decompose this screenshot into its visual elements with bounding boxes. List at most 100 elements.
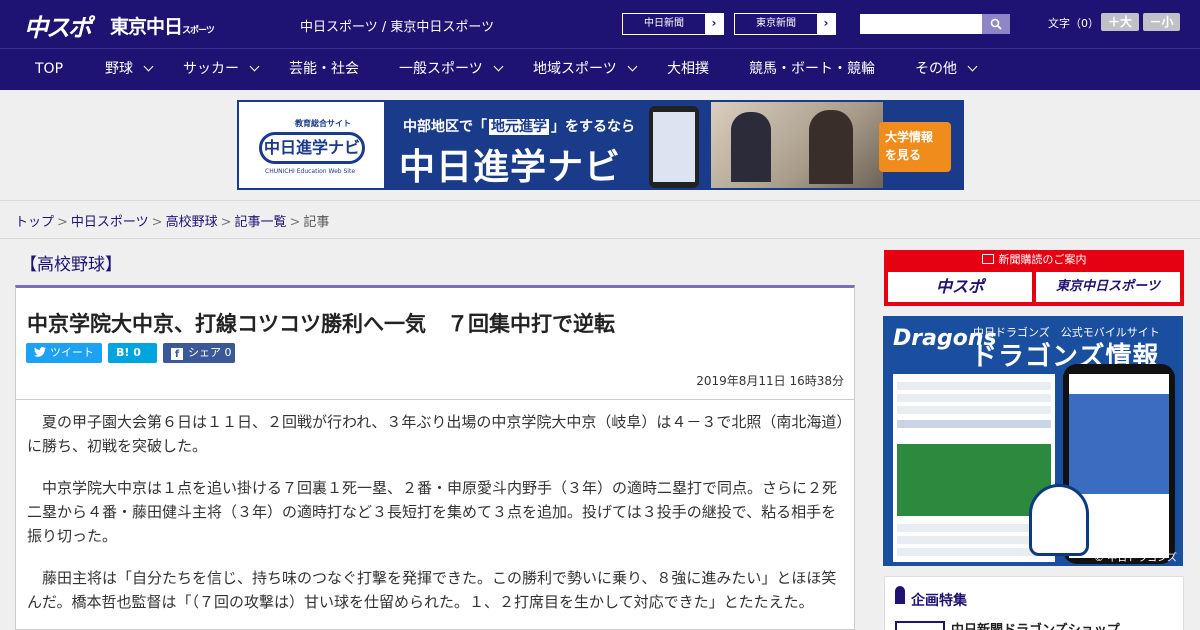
breadcrumb-top[interactable]: トップ	[15, 215, 54, 230]
top-header: 中スポ 東京中日スポーツ 中日スポーツ / 東京中日スポーツ 中日新聞 › 東京…	[0, 0, 1200, 48]
banner-area: 教育総合サイト 中日進学ナビ CHUNICHI Education Web Si…	[0, 90, 1200, 200]
stat-row	[897, 536, 1051, 544]
banner-eng-text: CHUNICHI Education Web Site	[265, 168, 356, 175]
tokyo-chunichi-sports-logo[interactable]: 東京中日スポーツ	[110, 12, 215, 39]
font-smaller-button[interactable]: －小	[1143, 13, 1180, 31]
dragons-shop-thumbnail[interactable]	[895, 621, 945, 630]
paragraph: 藤田主将は「自分たちを信じ、持ち味のつなぐ打撃を発揮できた。この勝利で勢いに乗り…	[27, 569, 837, 611]
article-header: 中京学院大中京、打線コツコツ勝利へ一気 ７回集中打で逆転 ツイート B! 0 f…	[16, 288, 854, 400]
stat-row	[897, 548, 1051, 556]
dragons-copyright: © 中日ドラゴンズ	[1094, 553, 1177, 564]
chevron-down-icon	[493, 61, 504, 72]
hatena-label: B! 0	[116, 346, 141, 359]
shingaku-navi-banner[interactable]: 教育総合サイト 中日進学ナビ CHUNICHI Education Web Si…	[237, 100, 964, 190]
nav-item-other[interactable]: その他	[915, 49, 978, 91]
breadcrumb-separator: >	[57, 215, 68, 230]
font-bigger-button[interactable]: ＋大	[1101, 13, 1139, 31]
subscription-banner[interactable]: 新聞購読のご案内 中スポ 東京中日スポーツ	[884, 250, 1184, 306]
nav-label: 地域スポーツ	[533, 61, 617, 77]
student-figure	[809, 110, 853, 184]
breadcrumb-high-school-baseball[interactable]: 高校野球	[166, 215, 218, 230]
chevron-down-icon	[627, 61, 638, 72]
university-info-button[interactable]: 大学情報 を見る	[879, 122, 951, 172]
tag-post: 」をするなら	[551, 119, 635, 135]
twitter-icon	[34, 347, 46, 357]
font-size-label: 文字（0）	[1048, 17, 1099, 30]
subscription-header-text: 新聞購読のご案内	[998, 253, 1087, 266]
facebook-share-button[interactable]: f シェア 0	[163, 343, 235, 363]
breadcrumb-separator: >	[289, 215, 301, 230]
dragons-shop-link[interactable]: 中日新聞ドラゴンズショップ	[951, 619, 1120, 630]
banner-tagline: 中部地区で「 地元進学 」をするなら	[401, 116, 637, 136]
tag-pre: 中部地区で「	[403, 119, 487, 135]
search-button[interactable]	[982, 14, 1010, 34]
score-row	[897, 406, 1051, 414]
dragons-mobile-banner[interactable]: Dragons 中日ドラゴンズ 公式モバイルサイト ドラゴンズ情報 © 中日ドラ…	[883, 316, 1183, 566]
subscribe-tokyo-logo[interactable]: 東京中日スポーツ	[1036, 272, 1180, 302]
banner-small-text: 教育総合サイト	[295, 119, 351, 128]
phone-screen-image	[653, 112, 695, 182]
search-input[interactable]	[860, 14, 982, 34]
breadcrumb-separator: >	[151, 215, 163, 230]
breadcrumb: トップ > 中日スポーツ > 高校野球 > 記事一覧 > 記事	[15, 211, 329, 230]
category-label[interactable]: 【高校野球】	[20, 250, 122, 275]
subscribe-chusupo-logo[interactable]: 中スポ	[888, 272, 1032, 302]
breadcrumb-article-list[interactable]: 記事一覧	[235, 215, 287, 230]
nav-item-general-sports[interactable]: 一般スポーツ	[399, 49, 504, 91]
nav-label: サッカー	[183, 61, 239, 77]
score-row	[897, 420, 1051, 428]
search-icon	[990, 18, 1002, 30]
nav-item-sumo[interactable]: 大相撲	[667, 49, 709, 91]
special-features-title: 企画特集	[911, 593, 967, 609]
banner-logo-box: 教育総合サイト 中日進学ナビ CHUNICHI Education Web Si…	[239, 102, 384, 188]
hatena-bookmark-button[interactable]: B! 0	[108, 343, 157, 363]
newspaper-icon	[981, 254, 994, 264]
chunichi-sports-logo[interactable]: 中スポ	[24, 8, 92, 43]
nav-item-soccer[interactable]: サッカー	[183, 49, 260, 91]
nav-item-entertainment[interactable]: 芸能・社会	[289, 49, 359, 91]
nav-label: 大相撲	[667, 61, 709, 77]
ribbon-icon	[895, 586, 905, 604]
breadcrumb-separator: >	[220, 215, 232, 230]
nav-label: 野球	[105, 61, 133, 77]
nav-item-racing[interactable]: 競馬・ボート・競輪	[749, 49, 875, 91]
breadcrumb-current: 記事	[303, 215, 330, 230]
nav-item-local-sports[interactable]: 地域スポーツ	[533, 49, 638, 91]
chevron-right-icon: ›	[823, 16, 829, 30]
facebook-share-label: シェア 0	[188, 346, 232, 359]
cta-line-1: 大学情報	[885, 130, 934, 144]
baseball-field-image	[897, 444, 1051, 516]
nav-item-top[interactable]: TOP	[35, 49, 63, 91]
tokyo-logo-small: スポーツ	[182, 26, 215, 36]
score-row	[897, 394, 1051, 402]
article-body: 夏の甲子園大会第６日は１１日、２回戦が行われ、３年ぶり出場の中京学院大中京（岐阜…	[27, 410, 847, 629]
tokyo-logo-main: 東京中日	[110, 16, 183, 38]
article: 中京学院大中京、打線コツコツ勝利へ一気 ７回集中打で逆転 ツイート B! 0 f…	[15, 285, 855, 630]
nav-item-baseball[interactable]: 野球	[105, 49, 154, 91]
cta-line-2: を見る	[885, 148, 922, 162]
chunichi-shimbun-label: 中日新聞	[623, 14, 705, 34]
banner-main-title: 中日進学ナビ	[399, 147, 622, 188]
nav-label: その他	[915, 61, 957, 77]
breadcrumb-bar: トップ > 中日スポーツ > 高校野球 > 記事一覧 > 記事	[0, 200, 1200, 239]
publish-date: 2019年8月11日 16時38分	[696, 374, 844, 388]
nav-label: 一般スポーツ	[399, 61, 483, 77]
chunichi-shimbun-link[interactable]: 中日新聞 ›	[622, 13, 724, 35]
breadcrumb-chunichi-sports[interactable]: 中日スポーツ	[71, 215, 149, 230]
nav-label: TOP	[35, 61, 64, 77]
students-photo	[711, 102, 883, 188]
paragraph: 夏の甲子園大会第６日は１１日、２回戦が行われ、３年ぶり出場の中京学院大中京（岐阜…	[27, 413, 844, 455]
chevron-right-icon: ›	[711, 16, 717, 30]
site-title: 中日スポーツ / 東京中日スポーツ	[300, 20, 495, 35]
paragraph: 中京学院大中京は１点を追い掛ける７回裏１死一塁、２番・申原愛斗内野手（３年）の適…	[27, 479, 838, 545]
twitter-share-button[interactable]: ツイート	[26, 343, 102, 363]
chevron-down-icon	[249, 61, 260, 72]
subscription-header: 新聞購読のご案内	[884, 250, 1184, 270]
nav-label: 芸能・社会	[289, 61, 359, 77]
tokyo-shimbun-link[interactable]: 東京新聞 ›	[734, 13, 836, 35]
tag-highlight: 地元進学	[489, 119, 549, 135]
main-nav: TOP 野球 サッカー 芸能・社会 一般スポーツ 地域スポーツ 大相撲 競馬・ボ…	[0, 48, 1200, 90]
score-row	[897, 382, 1051, 390]
stat-row	[897, 524, 1051, 532]
headline: 中京学院大中京、打線コツコツ勝利へ一気 ７回集中打で逆転	[27, 312, 615, 336]
